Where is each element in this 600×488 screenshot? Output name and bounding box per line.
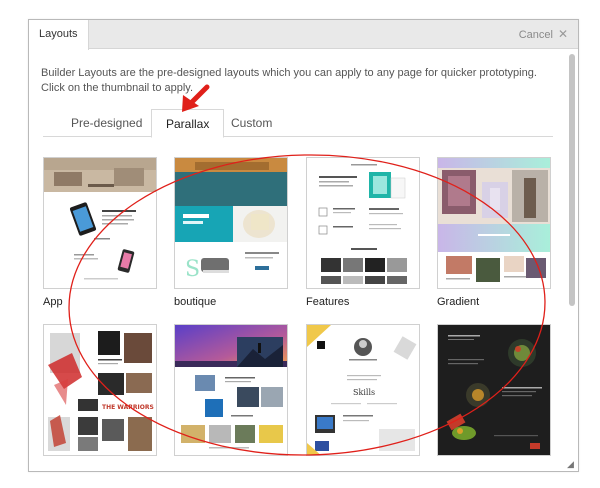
gradient-preview-image: [438, 158, 550, 288]
warriors-preview-image: THE WARRIORS: [44, 325, 156, 455]
scrollbar-thumb[interactable]: [569, 54, 575, 306]
app-preview-image: [44, 158, 156, 288]
dialog-title-tab[interactable]: Layouts: [29, 20, 89, 50]
features-preview-image: [307, 158, 419, 288]
layout-thumbnail-boutique[interactable]: S: [174, 157, 288, 289]
food-preview-image: [438, 325, 550, 455]
layout-thumbnail-food[interactable]: [437, 324, 551, 456]
layout-thumbnail-mountain[interactable]: [174, 324, 288, 456]
layout-thumbnail-app[interactable]: [43, 157, 157, 289]
layout-thumbnail-gradient[interactable]: [437, 157, 551, 289]
dialog-titlebar: Layouts Cancel ✕: [29, 20, 578, 50]
tab-custom[interactable]: Custom: [217, 109, 286, 138]
layout-label-gradient: Gradient: [437, 296, 480, 308]
resize-grip-icon[interactable]: ◢: [567, 459, 574, 470]
close-icon[interactable]: ✕: [558, 20, 568, 49]
layout-thumbnail-features[interactable]: [306, 157, 420, 289]
layouts-dialog: Layouts Cancel ✕ Builder Layouts are the …: [28, 19, 579, 472]
layout-thumbnail-skills[interactable]: Skills: [306, 324, 420, 456]
layout-label-boutique: boutique: [174, 296, 217, 308]
layout-tabs: Pre-designed Parallax Custom: [43, 107, 553, 138]
vertical-scrollbar[interactable]: [569, 50, 577, 465]
skills-preview-image: Skills: [307, 325, 419, 455]
cancel-label: Cancel: [518, 29, 553, 41]
tab-pre-designed[interactable]: Pre-designed: [57, 109, 156, 138]
svg-text:S: S: [185, 257, 200, 282]
cancel-button[interactable]: Cancel ✕: [519, 20, 568, 49]
svg-text:Skills: Skills: [353, 388, 375, 397]
layout-label-app: App: [43, 296, 63, 308]
svg-text:THE WARRIORS: THE WARRIORS: [102, 404, 154, 411]
layout-label-features: Features: [306, 296, 350, 308]
dialog-description: Builder Layouts are the pre-designed lay…: [41, 67, 537, 94]
tab-parallax[interactable]: Parallax: [151, 109, 225, 138]
layout-thumbnail-warriors[interactable]: THE WARRIORS: [43, 324, 157, 456]
mountain-preview-image: [175, 325, 287, 455]
boutique-preview-image: S: [175, 158, 287, 288]
